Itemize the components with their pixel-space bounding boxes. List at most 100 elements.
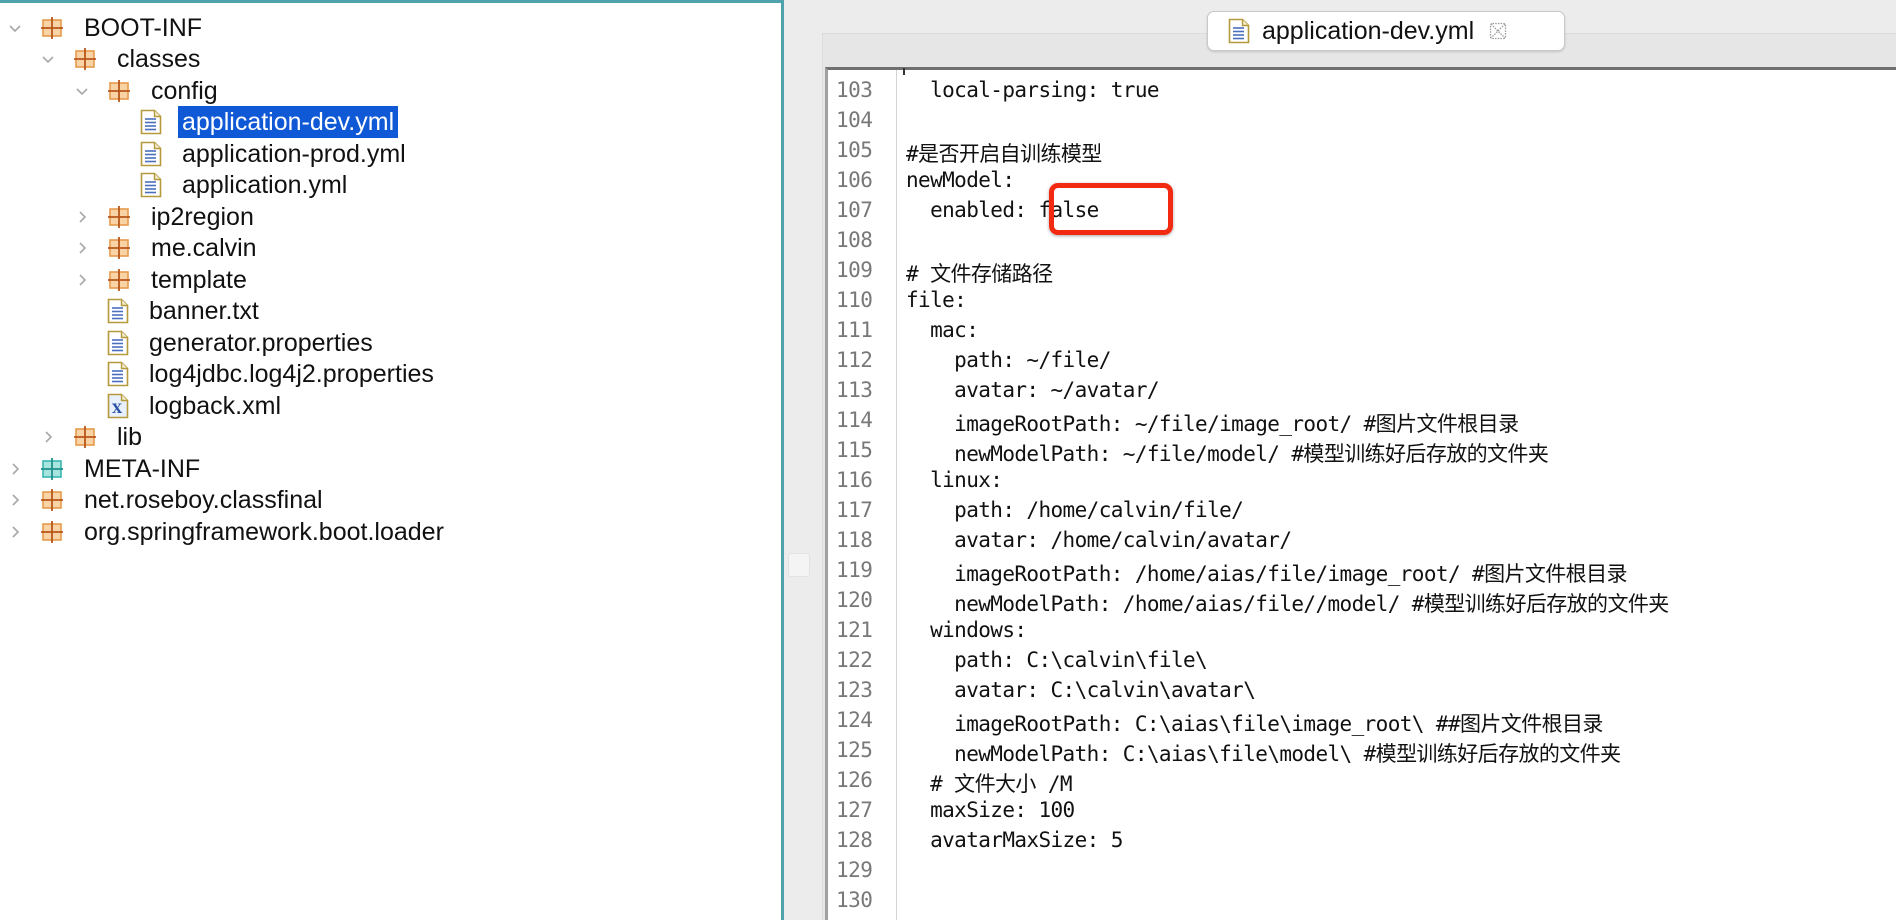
- code-line[interactable]: #是否开启自训练模型: [906, 138, 1102, 168]
- tree-item[interactable]: ip2region: [71, 201, 258, 233]
- tree-item-label: lib: [117, 423, 143, 451]
- line-number: 117: [836, 498, 873, 522]
- line-number: 121: [836, 618, 873, 642]
- tree-item[interactable]: META-INF: [4, 453, 204, 485]
- code-line[interactable]: maxSize: 100: [906, 798, 1075, 822]
- line-number: 109: [836, 258, 873, 282]
- line-number: 124: [836, 708, 873, 732]
- tree-item[interactable]: classes: [37, 43, 204, 75]
- text-file-icon: [107, 361, 129, 387]
- line-number: 107: [836, 198, 873, 222]
- chevron-right-icon[interactable]: [4, 521, 26, 543]
- code-line[interactable]: imageRootPath: ~/file/image_root/ #图片文件根…: [906, 408, 1519, 438]
- line-number: 120: [836, 588, 873, 612]
- line-number: 125: [836, 738, 873, 762]
- sash-handle[interactable]: [788, 553, 810, 577]
- code-line[interactable]: newModelPath: /home/aias/file//model/ #模…: [906, 588, 1669, 618]
- project-explorer-tree[interactable]: BOOT-INF classes config application-dev.yml…: [0, 0, 784, 920]
- chevron-right-icon[interactable]: [37, 426, 59, 448]
- tree-item[interactable]: me.calvin: [71, 232, 261, 264]
- code-line[interactable]: file:: [906, 288, 967, 312]
- line-number: 114: [836, 408, 873, 432]
- code-line[interactable]: # 文件存储路径: [906, 258, 1053, 288]
- chevron-down-icon[interactable]: [4, 17, 26, 39]
- chevron-right-icon[interactable]: [71, 269, 93, 291]
- tree-item[interactable]: application.yml: [104, 169, 351, 201]
- svg-text:X: X: [112, 402, 123, 417]
- text-cursor: [903, 68, 905, 75]
- tree-item-label: net.roseboy.classfinal: [84, 486, 323, 514]
- tree-item[interactable]: template: [71, 264, 251, 296]
- text-file-icon: [140, 172, 162, 198]
- code-line[interactable]: newModel:: [906, 168, 1015, 192]
- chevron-right-icon[interactable]: [4, 458, 26, 480]
- code-line[interactable]: imageRootPath: /home/aias/file/image_roo…: [906, 558, 1627, 588]
- chevron-down-icon[interactable]: [71, 80, 93, 102]
- line-number: 122: [836, 648, 873, 672]
- line-number: 119: [836, 558, 873, 582]
- package-folder-icon: [40, 16, 64, 40]
- text-file-icon: [140, 109, 162, 135]
- tree-item-label: META-INF: [84, 455, 201, 483]
- line-number: 113: [836, 378, 873, 402]
- tree-item-label: BOOT-INF: [84, 14, 203, 42]
- line-number: 112: [836, 348, 873, 372]
- tree-item-label: me.calvin: [151, 234, 257, 262]
- tree-item[interactable]: org.springframework.boot.loader: [4, 516, 448, 548]
- tree-item[interactable]: application-dev.yml: [104, 106, 399, 138]
- line-number: 108: [836, 228, 873, 252]
- code-line[interactable]: # 文件大小 /M: [906, 768, 1072, 798]
- line-number: 123: [836, 678, 873, 702]
- editor-tab-application-dev-yml[interactable]: application-dev.yml: [1207, 11, 1565, 51]
- tree-item[interactable]: Xlogback.xml: [71, 390, 285, 422]
- tree-item-label: config: [151, 77, 218, 105]
- line-number: 105: [836, 138, 873, 162]
- line-number: 104: [836, 108, 873, 132]
- line-number: 110: [836, 288, 873, 312]
- code-line[interactable]: avatar: /home/calvin/avatar/: [906, 528, 1292, 552]
- highlight-annotation-box: [1049, 183, 1173, 235]
- code-line[interactable]: path: /home/calvin/file/: [906, 498, 1244, 522]
- package-folder-icon: [107, 205, 131, 229]
- xml-file-icon: X: [107, 393, 129, 419]
- panel-sash[interactable]: [784, 0, 820, 920]
- line-number: 127: [836, 798, 873, 822]
- chevron-right-icon[interactable]: [71, 206, 93, 228]
- package-folder-icon: [73, 425, 97, 449]
- tree-item-label: ip2region: [151, 203, 254, 231]
- tree-item[interactable]: config: [71, 75, 222, 107]
- code-line[interactable]: path: C:\calvin\file\: [906, 648, 1208, 672]
- code-line[interactable]: windows:: [906, 618, 1027, 642]
- code-line[interactable]: avatarMaxSize: 5: [906, 828, 1123, 852]
- line-number: 116: [836, 468, 873, 492]
- text-file-icon: [107, 330, 129, 356]
- line-number: 129: [836, 858, 873, 882]
- code-line[interactable]: newModelPath: C:\aias\file\model\ #模型训练好…: [906, 738, 1621, 768]
- tree-item[interactable]: BOOT-INF: [4, 12, 206, 44]
- tree-item[interactable]: generator.properties: [71, 327, 377, 359]
- chevron-down-icon[interactable]: [37, 48, 59, 70]
- code-line[interactable]: avatar: C:\calvin\avatar\: [906, 678, 1256, 702]
- tree-item[interactable]: banner.txt: [71, 295, 263, 327]
- code-line[interactable]: avatar: ~/avatar/: [906, 378, 1159, 402]
- chevron-right-icon[interactable]: [4, 489, 26, 511]
- tab-title: application-dev.yml: [1262, 16, 1475, 45]
- code-editor[interactable]: 103 104 105 106 107 108 109 110 111 112 113 114 115 1…: [825, 67, 1896, 920]
- code-line[interactable]: newModelPath: ~/file/model/ #模型训练好后存放的文件…: [906, 438, 1549, 468]
- line-number: 103: [836, 78, 873, 102]
- code-line[interactable]: local-parsing: true: [906, 78, 1159, 102]
- package-folder-icon: [73, 47, 97, 71]
- tree-item[interactable]: log4jdbc.log4j2.properties: [71, 358, 438, 390]
- close-icon[interactable]: [1488, 21, 1508, 41]
- code-line[interactable]: imageRootPath: C:\aias\file\image_root\ …: [906, 708, 1603, 738]
- code-line[interactable]: path: ~/file/: [906, 348, 1111, 372]
- tree-item[interactable]: application-prod.yml: [104, 138, 410, 170]
- code-line[interactable]: mac:: [906, 318, 979, 342]
- code-line[interactable]: linux:: [906, 468, 1003, 492]
- tree-item[interactable]: net.roseboy.classfinal: [4, 484, 327, 516]
- text-file-icon: [140, 141, 162, 167]
- tree-item-label: generator.properties: [149, 329, 373, 357]
- chevron-right-icon[interactable]: [71, 237, 93, 259]
- tree-item[interactable]: lib: [37, 421, 146, 453]
- tree-item-label: log4jdbc.log4j2.properties: [149, 360, 434, 388]
